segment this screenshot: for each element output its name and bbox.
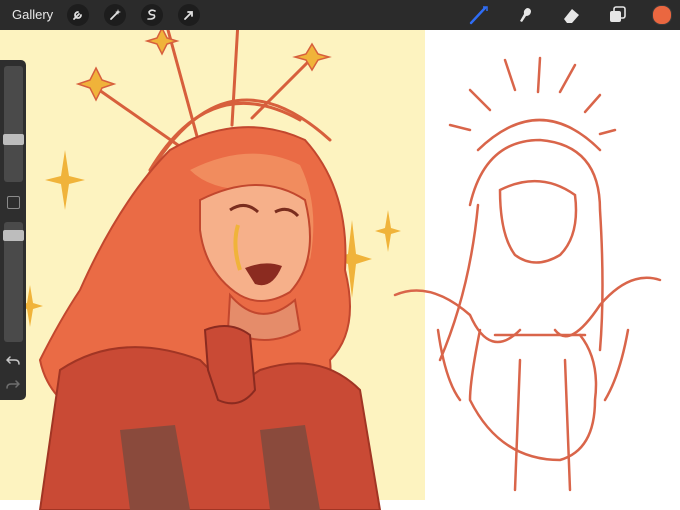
transform-arrow-icon (184, 11, 194, 20)
brush-icon (469, 6, 488, 25)
selection-icon (147, 9, 156, 20)
sketch (393, 56, 662, 492)
artwork (0, 30, 662, 510)
opacity-slider[interactable] (3, 222, 24, 342)
gallery-button[interactable]: Gallery (0, 0, 67, 30)
selection-button[interactable] (141, 4, 164, 26)
smudge-tool-button[interactable] (512, 2, 538, 28)
transform-button[interactable] (178, 4, 201, 26)
layers-icon (610, 6, 626, 22)
adjustments-button[interactable] (104, 4, 127, 26)
toolbar-left: Gallery (0, 0, 215, 30)
brush-size-slider[interactable] (3, 66, 24, 182)
color-picker-button[interactable] (652, 5, 672, 25)
actions-button[interactable] (67, 4, 90, 26)
brush-size-knob[interactable] (3, 134, 24, 145)
magic-wand-icon (110, 9, 122, 20)
modify-button[interactable] (7, 196, 20, 209)
top-toolbar: Gallery (0, 0, 680, 30)
undo-icon[interactable] (6, 354, 20, 366)
brush-tool-button[interactable] (466, 2, 492, 28)
eraser-icon (564, 9, 579, 23)
side-toolbar (0, 60, 26, 400)
wrench-icon (73, 11, 83, 20)
opacity-knob[interactable] (3, 230, 24, 241)
smudge-icon (520, 8, 531, 22)
drawing-canvas[interactable] (0, 30, 680, 510)
redo-icon[interactable] (6, 378, 20, 390)
eraser-tool-button[interactable] (558, 2, 584, 28)
layers-button[interactable] (604, 2, 630, 28)
toolbar-right (446, 0, 680, 30)
